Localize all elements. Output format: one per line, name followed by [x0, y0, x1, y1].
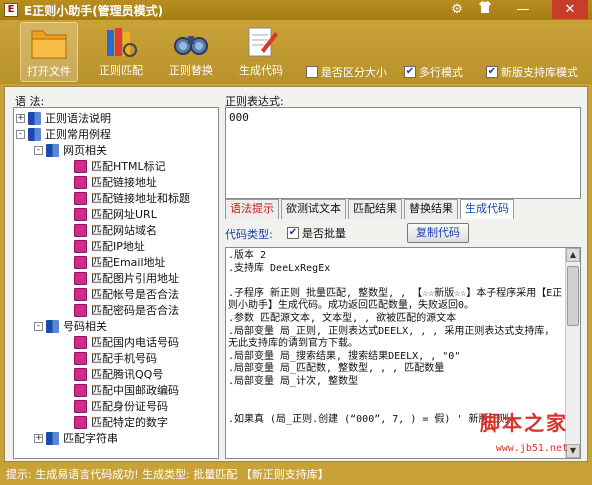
open-file-button[interactable]: 打开文件 — [20, 22, 78, 82]
book-icon — [46, 431, 59, 445]
tree-leaf[interactable]: 匹配中国邮政编码 — [74, 382, 179, 398]
tree-leaf[interactable]: 匹配Email地址 — [74, 254, 166, 270]
grammar-tree[interactable]: + 正则语法说明 - 正则常用例程 - 网页相关 匹配HTML标记 匹配链接地址 匹配… — [13, 107, 219, 459]
tree-leaf[interactable]: 匹配帐号是否合法 — [74, 286, 179, 302]
result-tabs: 语法提示 欲测试文本 匹配结果 替换结果 生成代码 — [225, 199, 516, 219]
window-title: E正则小助手(管理员模式) — [24, 3, 164, 18]
shirt-icon[interactable] — [472, 0, 498, 19]
collapse-icon[interactable]: - — [34, 321, 43, 331]
tree-leaf[interactable]: 匹配国内电话号码 — [74, 334, 179, 350]
case-sensitive-checkbox[interactable] — [306, 66, 318, 78]
toolbar: 打开文件 正则匹配 正则替换 生成代码 是否区分大小 ✔ 多行模式 ✔ 新版支持… — [0, 20, 592, 84]
book-icon — [74, 255, 87, 269]
expand-icon[interactable]: + — [34, 433, 43, 443]
close-icon[interactable]: ✕ — [552, 0, 588, 19]
folder-icon — [31, 30, 67, 59]
book-icon — [28, 127, 41, 141]
case-sensitive-option[interactable]: 是否区分大小 — [306, 64, 387, 80]
binoculars-icon — [174, 36, 208, 55]
scroll-up-icon[interactable]: ▲ — [566, 248, 580, 262]
book-icon — [74, 399, 87, 413]
tab-replace-result[interactable]: 替换结果 — [404, 199, 458, 219]
batch-checkbox[interactable]: ✔ — [287, 227, 299, 239]
batch-option[interactable]: ✔ 是否批量 — [287, 225, 346, 241]
title-bar: E E正则小助手(管理员模式) ⚙ — ✕ — [0, 0, 592, 20]
book-icon — [28, 111, 41, 125]
main-panel: 语 法: + 正则语法说明 - 正则常用例程 - 网页相关 匹配HTML标记 匹配链接… — [4, 86, 588, 462]
notepad-icon — [248, 27, 278, 57]
collapse-icon[interactable]: - — [16, 129, 25, 139]
tab-match-result[interactable]: 匹配结果 — [348, 199, 402, 219]
tree-node[interactable]: - 网页相关 — [34, 142, 107, 158]
status-bar: 提示: 生成易语言代码成功! 生成类型: 批量匹配 【新正则支持库】 — [0, 464, 592, 485]
book-icon — [74, 415, 87, 429]
watermark-text: 脚本之家 — [480, 411, 568, 435]
tree-leaf[interactable]: 匹配腾讯QQ号 — [74, 366, 163, 382]
book-icon — [74, 191, 87, 205]
book-icon — [74, 223, 87, 237]
settings-icon[interactable]: ⚙ — [444, 0, 470, 19]
new-library-option[interactable]: ✔ 新版支持库模式 — [486, 64, 578, 80]
regex-input[interactable]: 000 — [225, 107, 581, 199]
code-output[interactable]: .版本 2 .支持库 DeeLxRegEx .子程序 新正则_批量匹配, 整数型… — [225, 247, 581, 459]
tree-leaf[interactable]: 匹配手机号码 — [74, 350, 157, 366]
tree-node[interactable]: + 正则语法说明 — [16, 110, 111, 126]
tab-generate-code[interactable]: 生成代码 — [460, 199, 514, 219]
expand-icon[interactable]: + — [16, 113, 25, 123]
tree-node[interactable]: - 正则常用例程 — [16, 126, 111, 142]
book-icon — [46, 319, 59, 333]
regex-replace-button[interactable]: 正则替换 — [162, 22, 220, 82]
book-icon — [74, 239, 87, 253]
multiline-option[interactable]: ✔ 多行模式 — [404, 64, 463, 80]
book-icon — [74, 367, 87, 381]
books-icon — [107, 28, 137, 57]
tree-leaf[interactable]: 匹配链接地址和标题 — [74, 190, 190, 206]
tree-node[interactable]: + 匹配字符串 — [34, 430, 118, 446]
book-icon — [74, 175, 87, 189]
watermark-url: www.jb51.net — [495, 443, 568, 454]
scroll-down-icon[interactable]: ▼ — [566, 444, 580, 458]
new-library-checkbox[interactable]: ✔ — [486, 66, 498, 78]
tree-leaf[interactable]: 匹配IP地址 — [74, 238, 145, 254]
tree-leaf[interactable]: 匹配特定的数字 — [74, 414, 168, 430]
book-icon — [74, 303, 87, 317]
tree-leaf[interactable]: 匹配网站域名 — [74, 222, 157, 238]
app-icon: E — [4, 3, 18, 17]
generate-code-button[interactable]: 生成代码 — [232, 22, 290, 82]
scroll-thumb[interactable] — [567, 266, 579, 326]
tab-test-text[interactable]: 欲测试文本 — [281, 199, 346, 219]
tree-leaf[interactable]: 匹配身份证号码 — [74, 398, 168, 414]
copy-code-button[interactable]: 复制代码 — [407, 223, 469, 243]
code-type-label: 代码类型: — [225, 228, 273, 241]
book-icon — [74, 271, 87, 285]
multiline-checkbox[interactable]: ✔ — [404, 66, 416, 78]
tree-leaf[interactable]: 匹配密码是否合法 — [74, 302, 179, 318]
tab-syntax-hint[interactable]: 语法提示 — [225, 199, 279, 219]
regex-match-button[interactable]: 正则匹配 — [92, 22, 150, 82]
book-icon — [74, 335, 87, 349]
tree-leaf[interactable]: 匹配图片引用地址 — [74, 270, 179, 286]
collapse-icon[interactable]: - — [34, 145, 43, 155]
book-icon — [74, 159, 87, 173]
tree-leaf[interactable]: 匹配链接地址 — [74, 174, 157, 190]
book-icon — [74, 351, 87, 365]
book-icon — [46, 143, 59, 157]
tree-node[interactable]: - 号码相关 — [34, 318, 107, 334]
book-icon — [74, 287, 87, 301]
minimize-icon[interactable]: — — [510, 0, 536, 19]
book-icon — [74, 207, 87, 221]
book-icon — [74, 383, 87, 397]
tree-leaf[interactable]: 匹配网址URL — [74, 206, 157, 222]
code-text: .版本 2 .支持库 DeeLxRegEx .子程序 新正则_批量匹配, 整数型… — [228, 250, 563, 425]
tree-leaf[interactable]: 匹配HTML标记 — [74, 158, 166, 174]
